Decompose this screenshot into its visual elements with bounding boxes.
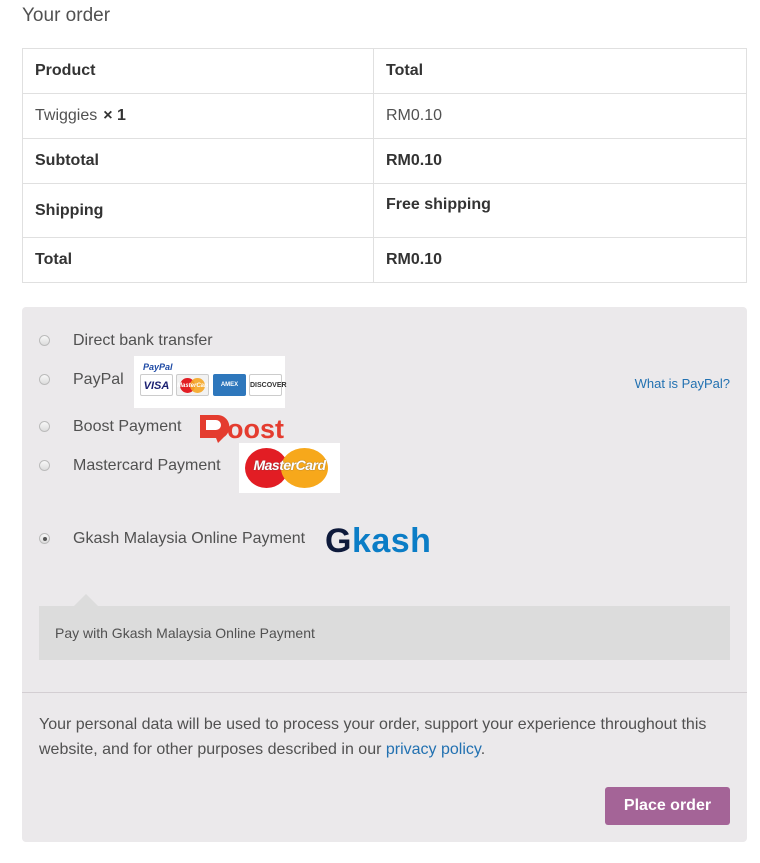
cart-item-row: Twiggies × 1 RM0.10 xyxy=(22,93,747,139)
product-quantity: × 1 xyxy=(103,107,126,124)
discover-card-icon: DISCOVER xyxy=(249,374,287,396)
subtotal-row: Subtotal RM0.10 xyxy=(22,138,747,184)
payment-method-label[interactable]: Mastercard Payment xyxy=(73,457,221,475)
payment-method-boost[interactable]: Boost Payment xyxy=(22,413,747,443)
product-total: RM0.10 xyxy=(373,93,747,139)
boost-logo-graphic: oost xyxy=(200,414,284,444)
gkash-logo-icon: Gkash xyxy=(325,522,432,560)
payment-method-mastercard[interactable]: Mastercard Payment xyxy=(22,452,747,482)
shipping-value: Free shipping xyxy=(373,183,747,238)
radio-paypal[interactable] xyxy=(39,374,50,385)
description-pointer xyxy=(74,594,98,606)
amex-card-icon: AMEX xyxy=(213,374,246,396)
shipping-label: Shipping xyxy=(22,183,374,238)
visa-card-icon: VISA xyxy=(140,374,173,396)
column-header-product: Product xyxy=(22,48,374,94)
what-is-paypal-link[interactable]: What is PayPal? xyxy=(635,376,730,391)
payment-method-label[interactable]: Gkash Malaysia Online Payment xyxy=(73,530,305,548)
payment-panel: Direct bank transfer PayPal PayPal VISA … xyxy=(22,307,747,842)
subtotal-value: RM0.10 xyxy=(373,138,747,184)
order-total-row: Total RM0.10 xyxy=(22,237,747,283)
payment-method-label[interactable]: PayPal xyxy=(73,371,124,389)
order-total-label: Total xyxy=(22,237,374,283)
subtotal-label: Subtotal xyxy=(22,138,374,184)
radio-gkash[interactable] xyxy=(39,533,50,544)
radio-boost[interactable] xyxy=(39,421,50,432)
order-review-table: Product Total Twiggies × 1 RM0.10 Subtota… xyxy=(22,48,747,283)
payment-method-label[interactable]: Direct bank transfer xyxy=(73,332,213,350)
order-total-value: RM0.10 xyxy=(373,237,747,283)
payment-method-label[interactable]: Boost Payment xyxy=(73,418,182,436)
place-order-button[interactable]: Place order xyxy=(605,787,730,825)
boost-logo-icon: oost xyxy=(197,411,302,445)
payment-method-bank-transfer[interactable]: Direct bank transfer xyxy=(22,327,747,357)
product-cell: Twiggies × 1 xyxy=(22,93,374,139)
divider xyxy=(22,692,747,693)
mastercard-logo-text: MasterCard xyxy=(253,457,326,473)
radio-mastercard[interactable] xyxy=(39,460,50,471)
payment-method-description: Pay with Gkash Malaysia Online Payment xyxy=(39,606,730,660)
svg-text:oost: oost xyxy=(227,414,284,444)
product-name: Twiggies xyxy=(35,107,98,124)
privacy-notice: Your personal data will be used to proce… xyxy=(39,716,707,758)
column-header-total: Total xyxy=(373,48,747,94)
paypal-wordmark: PayPal xyxy=(143,362,173,372)
shipping-row: Shipping Free shipping xyxy=(22,183,747,238)
privacy-policy-link[interactable]: privacy policy xyxy=(386,741,481,758)
table-header-row: Product Total xyxy=(22,48,747,94)
radio-bank-transfer[interactable] xyxy=(39,335,50,346)
mastercard-card-icon: MasterCard xyxy=(176,374,209,396)
mastercard-logo-icon: MasterCard xyxy=(239,443,340,493)
order-heading: Your order xyxy=(22,5,111,26)
paypal-acceptance-mark-icon: PayPal VISA MasterCard AMEX DISCOVER xyxy=(134,356,287,408)
